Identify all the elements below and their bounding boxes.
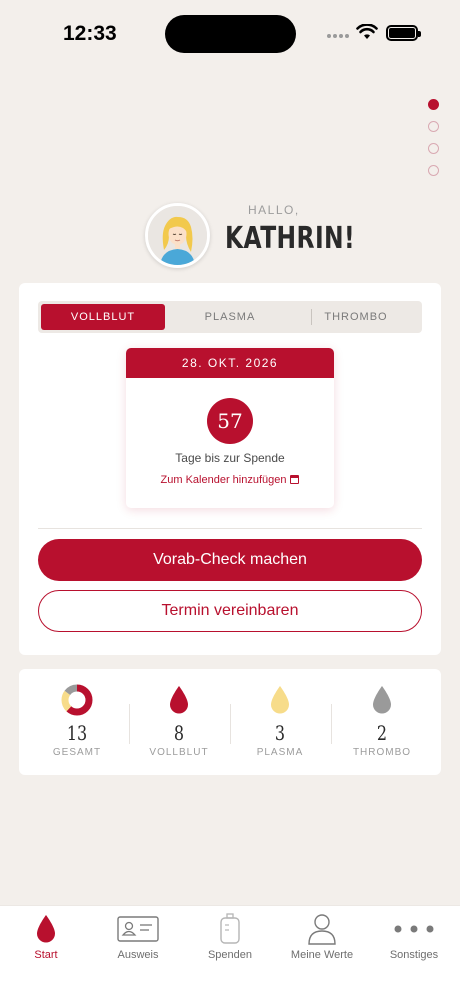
tabbar-item-meine-werte[interactable]: Meine Werte <box>276 912 368 961</box>
stat-thrombo: 2 THROMBO <box>332 683 432 758</box>
page-dot-1[interactable] <box>428 99 439 110</box>
stat-vollblut-value: 8 <box>173 721 185 745</box>
stat-total-label: GESAMT <box>52 747 102 758</box>
tabbar-label: Meine Werte <box>290 949 354 961</box>
stat-plasma-label: PLASMA <box>256 747 304 758</box>
stat-plasma-value: 3 <box>274 721 286 745</box>
page-dot-3[interactable] <box>428 143 439 154</box>
dynamic-island <box>165 15 296 53</box>
tabbar-item-spenden[interactable]: Spenden <box>184 912 276 961</box>
stat-total-value: 13 <box>66 721 88 745</box>
appointment-button[interactable]: Termin vereinbaren <box>38 590 422 632</box>
avatar[interactable] <box>145 203 210 268</box>
wifi-icon <box>356 24 378 39</box>
tabbar-item-ausweis[interactable]: Ausweis <box>92 912 184 961</box>
tabbar-item-start[interactable]: Start <box>0 912 92 961</box>
stat-thrombo-label: THROMBO <box>352 747 412 758</box>
days-remaining-label: Tage bis zur Spende <box>175 451 285 465</box>
tab-thrombo[interactable]: THROMBO <box>294 304 418 330</box>
donation-date-card: 28. OKT. 2026 57 Tage bis zur Spende Zum… <box>126 348 334 508</box>
person-icon <box>308 914 336 945</box>
status-time: 12:33 <box>63 22 117 45</box>
tab-plasma[interactable]: PLASMA <box>168 304 292 330</box>
tabbar-label: Spenden <box>207 949 253 961</box>
donation-stats-card: 13 GESAMT 8 VOLLBLUT 3 PLASMA 2 THROMBO <box>19 669 441 775</box>
page-dot-4[interactable] <box>428 165 439 176</box>
greeting-hello: HALLO, <box>248 203 300 217</box>
blood-drop-yellow-icon <box>271 686 289 714</box>
stat-total: 13 GESAMT <box>27 683 127 758</box>
signal-icon <box>327 34 349 38</box>
user-name: KATHRIN! <box>225 221 356 256</box>
page-indicator[interactable] <box>428 99 439 176</box>
tabbar-item-sonstiges[interactable]: Sonstiges <box>368 912 460 961</box>
add-to-calendar-label: Zum Kalender hinzufügen <box>160 474 287 486</box>
page-dot-2[interactable] <box>428 121 439 132</box>
blood-drop-grey-icon <box>373 686 391 714</box>
tabbar-label: Sonstiges <box>389 949 439 961</box>
more-icon <box>394 925 434 933</box>
tabbar-label: Start <box>34 949 58 961</box>
stat-vollblut: 8 VOLLBLUT <box>129 683 229 758</box>
blood-bag-icon <box>220 913 240 944</box>
donut-chart-icon <box>61 684 93 716</box>
bottom-tab-bar: Start Ausweis Spenden Meine Werte Sonsti… <box>0 905 460 1000</box>
avatar-illustration-icon <box>148 206 207 265</box>
battery-icon <box>386 25 421 41</box>
tabbar-label: Ausweis <box>117 949 159 961</box>
next-donation-card: VOLLBLUT PLASMA THROMBO 28. OKT. 2026 57… <box>19 283 441 655</box>
divider <box>38 528 422 529</box>
calendar-icon <box>290 475 300 484</box>
status-bar: 12:33 <box>0 0 460 70</box>
drop-icon <box>37 915 55 943</box>
precheck-button[interactable]: Vorab-Check machen <box>38 539 422 581</box>
blood-drop-red-icon <box>170 686 188 714</box>
id-card-icon <box>117 916 159 942</box>
stat-plasma: 3 PLASMA <box>230 683 330 758</box>
stat-vollblut-label: VOLLBLUT <box>149 747 209 758</box>
add-to-calendar-link[interactable]: Zum Kalender hinzufügen <box>126 474 334 486</box>
donation-date: 28. OKT. 2026 <box>126 348 334 378</box>
days-remaining-badge: 57 <box>207 398 253 444</box>
stat-thrombo-value: 2 <box>376 721 388 745</box>
tab-vollblut[interactable]: VOLLBLUT <box>41 304 165 330</box>
donation-type-selector: VOLLBLUT PLASMA THROMBO <box>38 301 422 333</box>
